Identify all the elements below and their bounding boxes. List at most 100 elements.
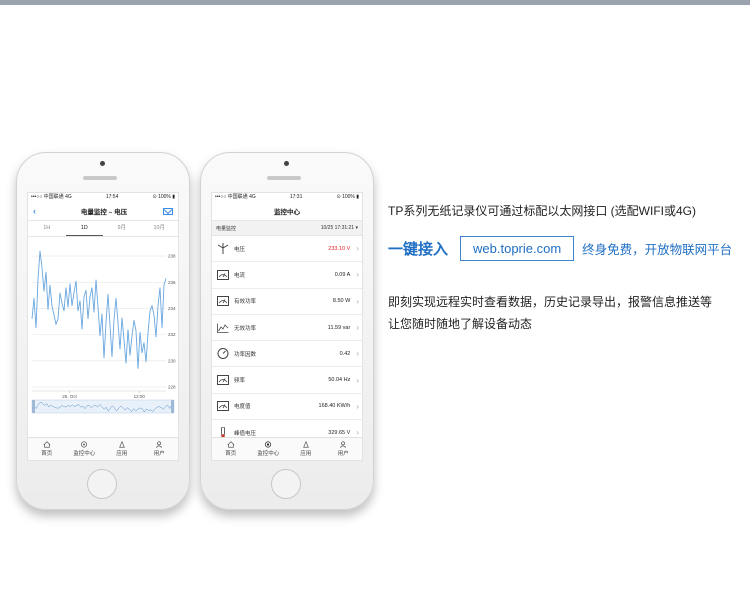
range-tabs: 1H 1D 9月 10月 bbox=[28, 221, 178, 237]
phone-monitor-center: •••○○ 中国联通 4G 17:31 ⊙ 100% ▮ 监控中心 电量监控 1… bbox=[200, 152, 374, 510]
page-title: 电量监控 – 电压 bbox=[80, 209, 128, 216]
meter-icon bbox=[217, 296, 229, 307]
home-button[interactable] bbox=[87, 469, 117, 499]
tab-bar: 首页 监控中心 应用 用户 bbox=[28, 437, 178, 460]
measurement-row[interactable]: 有效功率 8.50 W › bbox=[212, 289, 362, 315]
tabbar-label: 用户 bbox=[337, 451, 349, 457]
section-header[interactable]: 电量监控 10/25 17:31:21 ▾ bbox=[212, 221, 362, 236]
y-tick-label: 232 bbox=[168, 332, 176, 337]
tabbar-label: 首页 bbox=[225, 451, 237, 457]
tabbar-label: 监控中心 bbox=[73, 451, 96, 457]
measurement-row[interactable]: 功率因数 0.42 › bbox=[212, 341, 362, 368]
carrier: •••○○ 中国联通 4G bbox=[31, 194, 72, 200]
tabbar-label: 用户 bbox=[153, 451, 165, 457]
x-tick-label: 12:00 bbox=[134, 394, 146, 399]
tab-september[interactable]: 9月 bbox=[103, 221, 141, 236]
status-bar: •••○○ 中国联通 4G 17:54 ⊙ 100% ▮ bbox=[28, 193, 178, 202]
y-tick-label: 238 bbox=[168, 254, 176, 259]
measurement-label: 有效功率 bbox=[234, 299, 257, 306]
section-title: 电量监控 bbox=[216, 225, 237, 232]
measurement-value: 0.42 bbox=[339, 350, 351, 357]
section-time: 10/25 17:31:21 ▾ bbox=[320, 225, 358, 231]
wind-turbine-icon bbox=[217, 243, 229, 255]
mail-icon[interactable] bbox=[162, 207, 173, 215]
measurement-row[interactable]: 电压 233.10 V › bbox=[212, 236, 362, 263]
free-text: 终身免费，开放物联网平台 bbox=[582, 243, 733, 257]
measurement-label: 频率 bbox=[234, 378, 246, 385]
y-tick-label: 230 bbox=[168, 358, 176, 363]
x-tick-label: 25. Oct bbox=[62, 394, 77, 399]
tabbar-home[interactable]: 首页 bbox=[28, 438, 66, 460]
tabbar-user[interactable]: 用户 bbox=[325, 438, 363, 460]
chevron-right-icon: › bbox=[356, 244, 359, 254]
measurement-label: 电流 bbox=[234, 272, 246, 279]
nav-bar: 监控中心 bbox=[212, 202, 362, 221]
platform-url-link[interactable]: web.toprie.com bbox=[460, 236, 575, 261]
phone-voltage-chart: •••○○ 中国联通 4G 17:54 ⊙ 100% ▮ ‹ 电量监控 – 电压… bbox=[16, 152, 190, 510]
tabbar-home[interactable]: 首页 bbox=[212, 438, 250, 460]
status-bar: •••○○ 中国联通 4G 17:31 ⊙ 100% ▮ bbox=[212, 193, 362, 202]
chevron-right-icon: › bbox=[356, 270, 359, 280]
measurement-label: 功率因数 bbox=[234, 351, 257, 358]
chevron-right-icon: › bbox=[356, 375, 359, 385]
tabbar-apps[interactable]: 应用 bbox=[287, 438, 325, 460]
intro-text: TP系列无纸记录仪可通过标配以太网接口 (选配WIFI或4G) bbox=[388, 204, 696, 218]
battery: ⊙ 100% ▮ bbox=[152, 194, 175, 200]
measurement-row[interactable]: 电流 0.09 A › bbox=[212, 262, 362, 289]
home-button[interactable] bbox=[271, 469, 301, 499]
phone-screen: •••○○ 中国联通 4G 17:54 ⊙ 100% ▮ ‹ 电量监控 – 电压… bbox=[27, 192, 179, 461]
meter-icon bbox=[217, 269, 229, 280]
measurement-value: 0.09 A bbox=[334, 271, 351, 278]
home-icon bbox=[43, 441, 51, 448]
measurement-row[interactable]: 电度值 168.40 KW/h › bbox=[212, 394, 362, 421]
y-tick-label: 236 bbox=[168, 280, 176, 285]
measurement-list: 电压 233.10 V › 电流 0.09 A › 有效功率 8.50 W › 无效功率 11.59… bbox=[212, 236, 362, 447]
tabbar-label: 应用 bbox=[300, 451, 312, 457]
chevron-right-icon: › bbox=[356, 428, 359, 438]
access-label: 一键接入 bbox=[388, 241, 449, 258]
carrier: •••○○ 中国联通 4G bbox=[215, 194, 256, 200]
apps-icon bbox=[118, 441, 125, 448]
tab-1h[interactable]: 1H bbox=[28, 221, 66, 236]
top-border bbox=[0, 0, 750, 5]
chevron-right-icon: › bbox=[356, 323, 359, 333]
tabbar-monitor[interactable]: 监控中心 bbox=[250, 438, 288, 460]
voltage-series-line bbox=[31, 250, 167, 369]
meter-icon bbox=[217, 401, 229, 412]
tabbar-label: 应用 bbox=[116, 451, 128, 457]
y-tick-label: 228 bbox=[168, 385, 176, 390]
tab-october[interactable]: 10月 bbox=[141, 221, 179, 236]
earpiece bbox=[267, 176, 301, 180]
trend-icon bbox=[217, 323, 229, 333]
tabbar-user[interactable]: 用户 bbox=[141, 438, 179, 460]
chevron-right-icon: › bbox=[356, 296, 359, 306]
navigator-handle-left bbox=[32, 400, 35, 413]
tabbar-apps[interactable]: 应用 bbox=[103, 438, 141, 460]
camera bbox=[100, 161, 105, 166]
navigator-handle-right bbox=[171, 400, 174, 413]
chevron-right-icon: › bbox=[356, 401, 359, 411]
access-line: 一键接入 web.toprie.com 终身免费，开放物联网平台 bbox=[388, 236, 732, 261]
measurement-value: 233.10 V bbox=[328, 245, 351, 252]
tabbar-monitor[interactable]: 监控中心 bbox=[66, 438, 104, 460]
user-icon bbox=[340, 441, 347, 448]
description-line: 让您随时随地了解设备动态 bbox=[388, 317, 533, 331]
tabbar-label: 监控中心 bbox=[257, 451, 280, 457]
y-tick-label: 234 bbox=[168, 306, 176, 311]
back-icon[interactable]: ‹ bbox=[33, 206, 45, 216]
nav-bar: ‹ 电量监控 – 电压 bbox=[28, 202, 178, 221]
monitor-icon bbox=[265, 441, 272, 448]
tabbar-label: 首页 bbox=[41, 451, 53, 457]
measurement-value: 11.59 var bbox=[327, 324, 351, 331]
camera bbox=[284, 161, 289, 166]
gauge-icon bbox=[217, 348, 229, 360]
voltage-chart-svg: 238 236 234 232 230 228 25. Oct 12:00 bbox=[31, 250, 176, 414]
earpiece bbox=[83, 176, 117, 180]
apps-icon bbox=[302, 441, 309, 448]
clock: 17:54 bbox=[105, 194, 119, 200]
measurement-row[interactable]: 无效功率 11.59 var › bbox=[212, 315, 362, 342]
measurement-row[interactable]: 频率 50.04 Hz › bbox=[212, 367, 362, 394]
tab-1d[interactable]: 1D bbox=[65, 221, 103, 236]
measurement-value: 50.04 Hz bbox=[328, 377, 351, 384]
measurement-value: 329.65 V bbox=[328, 429, 351, 436]
